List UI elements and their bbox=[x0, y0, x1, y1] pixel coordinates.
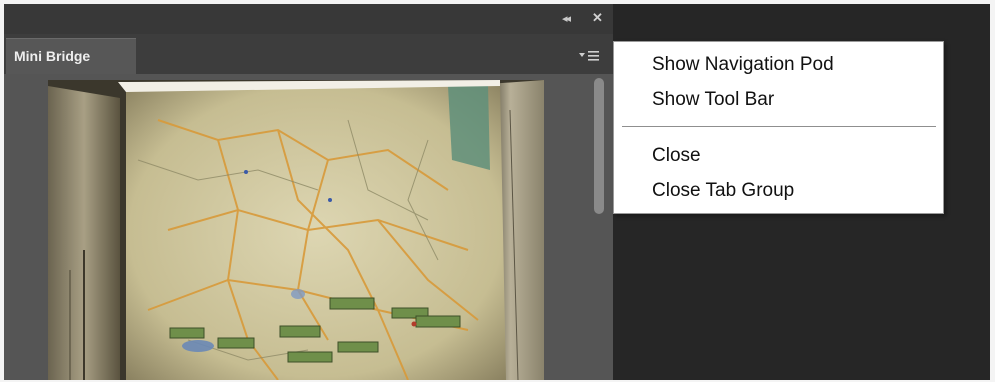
panel-menu-icon[interactable] bbox=[578, 48, 600, 64]
menu-item-close[interactable]: Close bbox=[652, 145, 701, 167]
panel-flyout-menu: Show Navigation Pod Show Tool Bar Close … bbox=[613, 41, 944, 214]
menu-separator bbox=[622, 126, 936, 127]
menu-item-show-navigation-pod[interactable]: Show Navigation Pod bbox=[652, 54, 834, 76]
tab-label: Mini Bridge bbox=[14, 48, 91, 64]
scrollbar-thumb[interactable] bbox=[594, 78, 604, 214]
panel-title-bar: ◂◂ ✕ bbox=[4, 4, 613, 34]
menu-item-show-tool-bar[interactable]: Show Tool Bar bbox=[652, 89, 774, 111]
map-book-thumbnail[interactable] bbox=[48, 80, 544, 380]
menu-item-close-tab-group[interactable]: Close Tab Group bbox=[652, 180, 794, 202]
collapse-panel-icon[interactable]: ◂◂ bbox=[562, 12, 580, 26]
mini-bridge-panel: ◂◂ ✕ Mini Bridge bbox=[4, 4, 613, 380]
book-map-image bbox=[48, 80, 544, 380]
tab-strip: Mini Bridge bbox=[4, 34, 613, 75]
close-icon[interactable]: ✕ bbox=[592, 11, 606, 25]
vertical-scrollbar[interactable] bbox=[592, 76, 606, 380]
tab-mini-bridge[interactable]: Mini Bridge bbox=[6, 38, 136, 75]
